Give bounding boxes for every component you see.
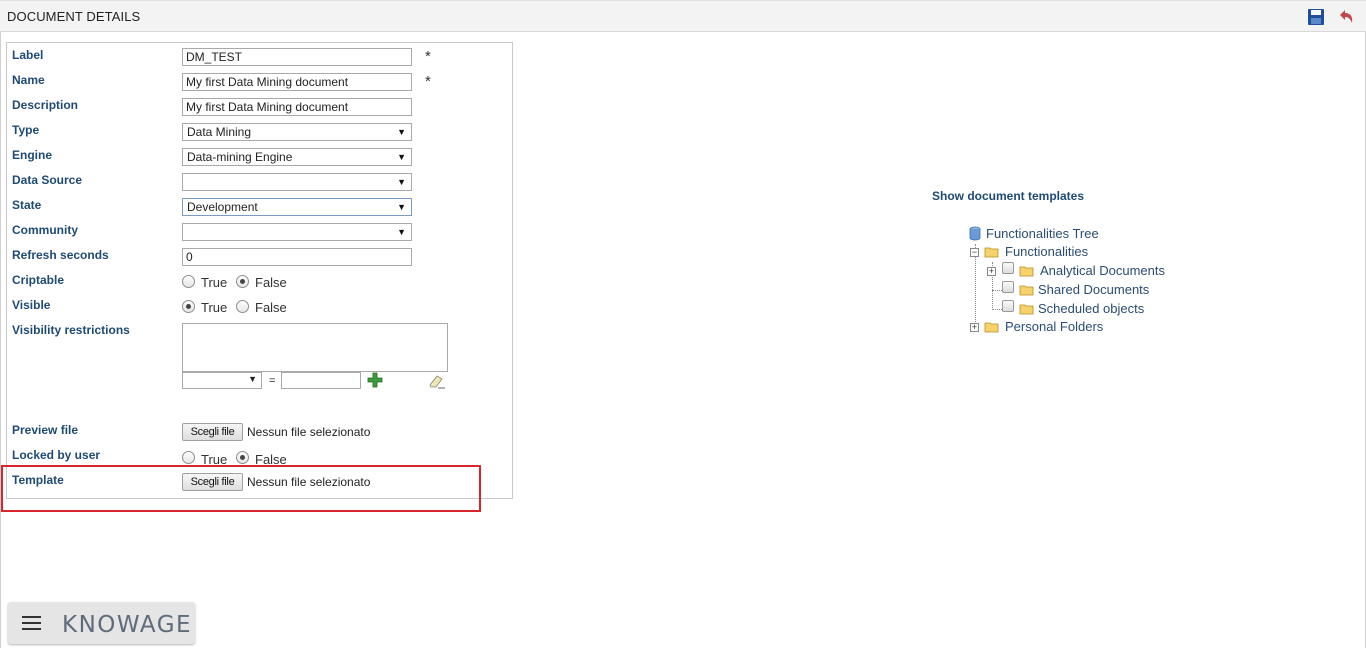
row-data-source: Data Source ▼ xyxy=(7,173,512,193)
row-criptable: Criptable True False xyxy=(7,273,512,293)
template-highlight-box xyxy=(1,465,481,512)
restriction-parameter-select[interactable]: ▼ xyxy=(182,372,262,389)
criptable-true-radio[interactable] xyxy=(182,275,195,288)
label-input[interactable]: DM_TEST xyxy=(182,48,412,66)
add-restriction-icon[interactable] xyxy=(367,372,383,388)
type-select-value: Data Mining xyxy=(187,125,252,139)
analytical-documents-checkbox[interactable] xyxy=(1002,262,1014,274)
data-source-select[interactable]: ▼ xyxy=(182,173,412,191)
row-preview-file: Preview file Scegli file Nessun file sel… xyxy=(7,423,512,443)
preview-file-choose-button[interactable]: Scegli file xyxy=(182,423,243,441)
database-icon xyxy=(969,226,981,241)
community-label: Community xyxy=(12,223,78,237)
row-community: Community ▼ xyxy=(7,223,512,243)
row-engine: Engine Data-mining Engine ▼ xyxy=(7,148,512,168)
locked-false-radio[interactable] xyxy=(236,451,249,464)
row-state: State Development ▼ xyxy=(7,198,512,218)
visible-false-label: False xyxy=(255,300,287,315)
tree-node-shared-documents[interactable]: Shared Documents xyxy=(1038,282,1149,297)
tree-node-analytical-documents[interactable]: Analytical Documents xyxy=(1040,263,1165,278)
tree-node-personal-folders[interactable]: Personal Folders xyxy=(1005,319,1103,334)
visible-true-label: True xyxy=(201,300,228,315)
expand-icon[interactable]: + xyxy=(987,267,996,276)
row-refresh-seconds: Refresh seconds 0 xyxy=(7,248,512,268)
undo-back-icon[interactable] xyxy=(1336,7,1356,27)
engine-select-value: Data-mining Engine xyxy=(187,150,293,164)
save-icon[interactable] xyxy=(1306,7,1326,27)
folder-icon xyxy=(1019,266,1034,277)
criptable-label: Criptable xyxy=(12,273,65,287)
locked-by-user-label: Locked by user xyxy=(12,448,101,462)
row-type: Type Data Mining ▼ xyxy=(7,123,512,143)
dropdown-arrow-icon: ▼ xyxy=(248,374,257,384)
dropdown-arrow-icon: ▼ xyxy=(397,202,406,212)
show-document-templates-link[interactable]: Show document templates xyxy=(932,189,1084,203)
folder-open-icon xyxy=(984,247,999,258)
preview-file-status: Nessun file selezionato xyxy=(247,425,371,439)
preview-file-label: Preview file xyxy=(12,423,79,437)
hamburger-menu-icon[interactable] xyxy=(22,615,42,631)
page-header: DOCUMENT DETAILS xyxy=(0,0,1366,32)
tree-root-functionalities-tree[interactable]: Functionalities Tree xyxy=(986,226,1099,241)
row-visibility-rule-editor: ▼ = xyxy=(7,372,512,392)
name-label: Name xyxy=(12,73,45,87)
row-name: Name My first Data Mining document * xyxy=(7,73,512,93)
visibility-restrictions-label: Visibility restrictions xyxy=(12,323,130,337)
engine-label: Engine xyxy=(12,148,53,162)
restriction-value-input[interactable] xyxy=(281,372,361,389)
label-label: Label xyxy=(12,48,44,62)
type-select[interactable]: Data Mining ▼ xyxy=(182,123,412,141)
knowage-menu-bar: KNOWAGE xyxy=(8,602,195,644)
tree-connector xyxy=(992,309,1002,310)
required-marker: * xyxy=(425,73,431,90)
tree-connector xyxy=(992,290,1002,291)
row-visibility-restrictions: Visibility restrictions xyxy=(7,323,512,373)
description-input[interactable]: My first Data Mining document xyxy=(182,98,412,116)
row-visible: Visible True False xyxy=(7,298,512,318)
tree-node-functionalities[interactable]: Functionalities xyxy=(1005,244,1088,259)
visible-true-radio[interactable] xyxy=(182,300,195,313)
knowage-logo: KNOWAGE xyxy=(62,612,193,638)
state-label: State xyxy=(12,198,42,212)
community-select[interactable]: ▼ xyxy=(182,223,412,241)
visibility-restrictions-textarea[interactable] xyxy=(182,323,448,372)
shared-documents-checkbox[interactable] xyxy=(1002,281,1014,293)
row-description: Description My first Data Mining documen… xyxy=(7,98,512,118)
tree-node-scheduled-objects[interactable]: Scheduled objects xyxy=(1038,301,1144,316)
type-label: Type xyxy=(12,123,40,137)
data-source-label: Data Source xyxy=(12,173,83,187)
criptable-false-radio[interactable] xyxy=(236,275,249,288)
criptable-false-label: False xyxy=(255,275,287,290)
dropdown-arrow-icon: ▼ xyxy=(397,227,406,237)
visible-label: Visible xyxy=(12,298,51,312)
locked-true-radio[interactable] xyxy=(182,451,195,464)
folder-icon xyxy=(1019,304,1034,315)
dropdown-arrow-icon: ▼ xyxy=(397,127,406,137)
expand-icon[interactable]: + xyxy=(970,323,979,332)
state-select[interactable]: Development ▼ xyxy=(182,198,412,216)
criptable-true-label: True xyxy=(201,275,228,290)
required-marker: * xyxy=(425,48,431,65)
dropdown-arrow-icon: ▼ xyxy=(397,152,406,162)
eraser-icon[interactable] xyxy=(428,373,446,389)
visible-false-radio[interactable] xyxy=(236,300,249,313)
name-input[interactable]: My first Data Mining document xyxy=(182,73,412,91)
folder-icon xyxy=(984,322,999,333)
refresh-seconds-label: Refresh seconds xyxy=(12,248,109,262)
page-title: DOCUMENT DETAILS xyxy=(7,9,141,24)
engine-select[interactable]: Data-mining Engine ▼ xyxy=(182,148,412,166)
description-label: Description xyxy=(12,98,79,112)
row-label: Label DM_TEST * xyxy=(7,48,512,68)
equals-sign: = xyxy=(269,375,276,387)
dropdown-arrow-icon: ▼ xyxy=(397,177,406,187)
refresh-seconds-input[interactable]: 0 xyxy=(182,248,412,266)
collapse-icon[interactable]: − xyxy=(970,248,979,257)
document-details-form: Label DM_TEST * Name My first Data Minin… xyxy=(6,42,513,499)
scheduled-objects-checkbox[interactable] xyxy=(1002,300,1014,312)
folder-icon xyxy=(1019,285,1034,296)
state-select-value: Development xyxy=(187,200,258,214)
